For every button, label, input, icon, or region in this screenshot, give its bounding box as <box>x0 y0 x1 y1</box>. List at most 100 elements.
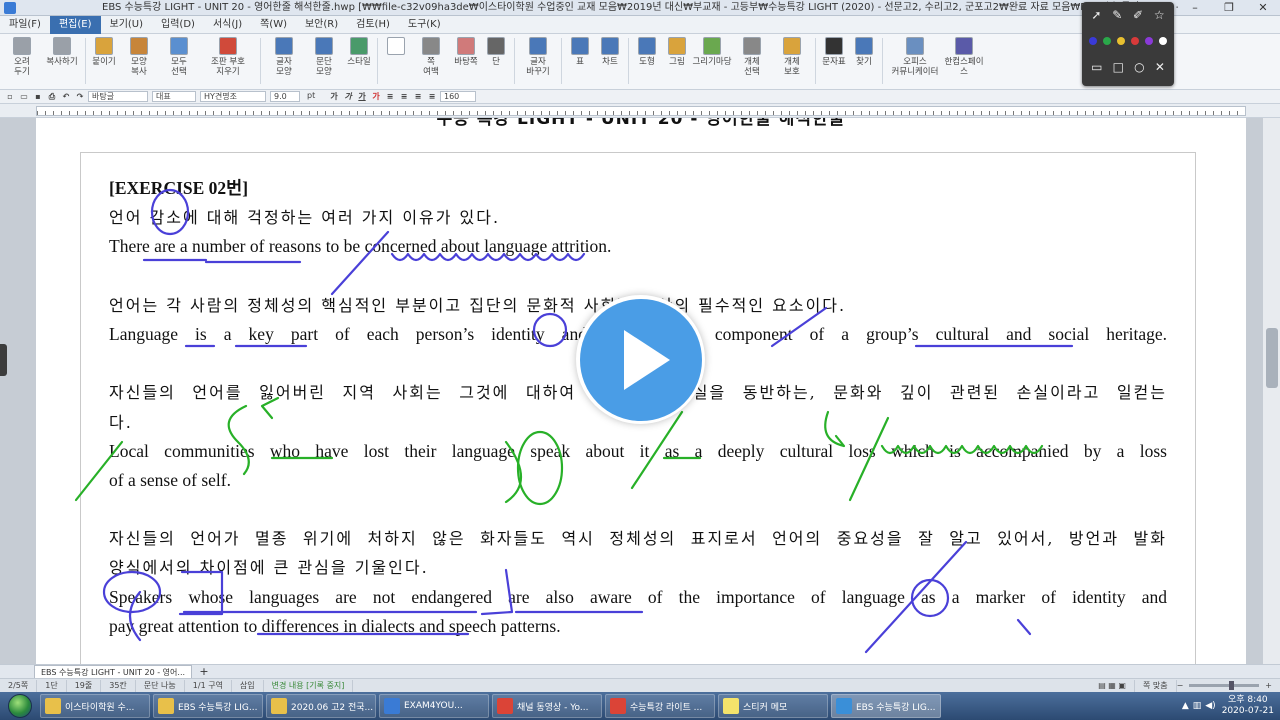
font-select[interactable]: HY견명조 <box>200 91 266 102</box>
taskbar-item[interactable]: 채널 동영상 - Yo... <box>492 694 602 718</box>
taskbar-item[interactable]: 2020.06 고2 전국... <box>266 694 376 718</box>
new-doc-icon[interactable]: ▫ <box>4 91 16 102</box>
status-insert-mode[interactable]: 삽입 <box>232 679 264 692</box>
taskbar-item[interactable]: EBS 수능특강 LIG... <box>831 694 941 718</box>
ribbon-button-scissors[interactable]: 오려 두기 <box>2 34 42 88</box>
scrollbar-thumb[interactable] <box>1266 328 1278 388</box>
language-select[interactable]: 대표 <box>152 91 196 102</box>
square-shape-icon[interactable]: □ <box>1113 60 1124 74</box>
pointer-icon[interactable]: ➚ <box>1091 8 1101 22</box>
menu-item-5[interactable]: 쪽(W) <box>251 16 296 34</box>
redo-icon[interactable]: ↷ <box>74 91 86 102</box>
ribbon-button-shape[interactable]: 도형 <box>632 34 662 88</box>
ribbon-button-symbol[interactable]: 문자표 <box>819 34 849 88</box>
zoom-fit-page[interactable]: 쪽 맞춤 <box>1135 679 1177 692</box>
pen-color-swatches[interactable] <box>1082 28 1174 54</box>
video-play-button[interactable] <box>576 295 705 424</box>
open-icon[interactable]: ▭ <box>18 91 30 102</box>
bold-icon[interactable]: 가 <box>328 91 340 102</box>
pen-color-swatch[interactable] <box>1131 37 1139 45</box>
highlighter-icon[interactable]: ✐ <box>1133 8 1143 22</box>
circle-shape-icon[interactable]: ○ <box>1134 60 1144 74</box>
taskbar-item[interactable]: 스티커 메모 <box>718 694 828 718</box>
menu-item-7[interactable]: 검토(H) <box>347 16 399 34</box>
ribbon-button-communicator[interactable]: 오피스 커뮤니케이터 <box>886 34 944 88</box>
zoom-in-icon[interactable]: + <box>1265 681 1272 690</box>
menu-item-3[interactable]: 입력(D) <box>152 16 204 34</box>
save-icon[interactable]: ▪ <box>32 91 44 102</box>
taskbar-item[interactable]: EBS 수능특강 LIG... <box>153 694 263 718</box>
ribbon-button-style[interactable]: 스타일 <box>344 34 374 88</box>
side-panel-handle[interactable] <box>0 344 7 376</box>
view-mode-icons[interactable]: ▤ ▦ ▣ <box>1090 679 1135 692</box>
zoom-input[interactable]: 160 <box>440 91 476 102</box>
print-icon[interactable]: ⎙ <box>46 91 58 102</box>
volume-icon[interactable]: ◀) <box>1205 701 1215 711</box>
ribbon-button-hancom-space[interactable]: 한컴스페이스 <box>944 34 984 88</box>
align-center-icon[interactable]: ≡ <box>412 91 424 102</box>
ribbon-button-object-protect[interactable]: 개체 보호 <box>772 34 812 88</box>
network-icon[interactable]: ▥ <box>1193 701 1202 711</box>
pen-color-swatch[interactable] <box>1117 37 1125 45</box>
minimize-button[interactable]: – <box>1178 0 1212 16</box>
ribbon-button-chart[interactable]: 차트 <box>595 34 625 88</box>
ribbon-button-paragraph[interactable]: 문단 모양 <box>304 34 344 88</box>
ribbon-button-margin[interactable]: 쪽 여백 <box>411 34 451 88</box>
ribbon-button-paste[interactable]: 붙이기 <box>89 34 119 88</box>
zoom-slider-thumb[interactable] <box>1229 681 1235 690</box>
ribbon-button-table[interactable]: 표 <box>565 34 595 88</box>
ribbon-button-object-select[interactable]: 개체 선택 <box>732 34 772 88</box>
close-button[interactable]: ✕ <box>1246 0 1280 16</box>
ribbon-button-page[interactable] <box>381 34 411 88</box>
pen-color-swatch[interactable] <box>1103 37 1111 45</box>
pen-tool-palette[interactable]: ➚ ✎ ✐ ☆ ▭ □ ○ ✕ <box>1082 2 1174 86</box>
align-right-icon[interactable]: ≡ <box>426 91 438 102</box>
font-size-input[interactable]: 9.0 <box>270 91 300 102</box>
taskbar-item[interactable]: 수능특강 라이트 ... <box>605 694 715 718</box>
ribbon-button-replace-char[interactable]: 글자 바꾸기 <box>518 34 558 88</box>
undo-icon[interactable]: ↶ <box>60 91 72 102</box>
menu-item-8[interactable]: 도구(K) <box>399 16 450 34</box>
ribbon-button-clipart[interactable]: 그리기마당 <box>692 34 732 88</box>
taskbar-item[interactable]: 이스타이학원 수... <box>40 694 150 718</box>
zoom-slider[interactable] <box>1189 681 1260 690</box>
eraser-icon[interactable]: ▭ <box>1091 60 1102 74</box>
style-select[interactable]: 바탕글 <box>88 91 148 102</box>
document-tab[interactable]: EBS 수능특강 LIGHT - UNIT 20 - 영어... <box>34 665 193 678</box>
menu-item-1[interactable]: 편집(E) <box>49 15 101 34</box>
ribbon-button-char-shape[interactable]: 글자 모양 <box>264 34 304 88</box>
font-color-icon[interactable]: 가 <box>370 91 382 102</box>
clear-icon[interactable]: ✕ <box>1155 60 1165 74</box>
tray-arrow-icon[interactable]: ▲ <box>1182 701 1189 711</box>
pen-color-swatch[interactable] <box>1145 37 1153 45</box>
status-track-changes[interactable]: 변경 내용 [기록 중지] <box>264 679 354 692</box>
zoom-out-icon[interactable]: − <box>1177 681 1184 690</box>
align-justify-icon[interactable]: ≡ <box>384 91 396 102</box>
ribbon-button-find[interactable]: 찾기 <box>849 34 879 88</box>
ribbon-button-format-painter[interactable]: 모양 복사 <box>119 34 159 88</box>
ribbon-button-columns[interactable]: 단 <box>481 34 511 88</box>
ribbon-button-copy[interactable]: 복사하기 <box>42 34 82 88</box>
taskbar-item[interactable]: EXAM4YOU... <box>379 694 489 718</box>
horizontal-ruler[interactable] <box>0 104 1280 118</box>
ribbon-button-clear-format[interactable]: 조판 부호 지우기 <box>199 34 257 88</box>
add-tab-button[interactable]: + <box>196 665 212 678</box>
start-button[interactable] <box>0 692 40 720</box>
pen-color-swatch[interactable] <box>1159 37 1167 45</box>
ribbon-button-picture[interactable]: 그림 <box>662 34 692 88</box>
vertical-scrollbar[interactable] <box>1262 118 1280 664</box>
maximize-button[interactable]: ❐ <box>1212 0 1246 16</box>
align-left-icon[interactable]: ≡ <box>398 91 410 102</box>
clock[interactable]: 오후 8:40 2020-07-21 <box>1222 695 1274 717</box>
menu-item-4[interactable]: 서식(J) <box>204 16 251 34</box>
menu-item-6[interactable]: 보안(R) <box>296 16 347 34</box>
ribbon-button-master-page[interactable]: 바탕쪽 <box>451 34 481 88</box>
italic-icon[interactable]: 가 <box>342 91 354 102</box>
pen-icon[interactable]: ✎ <box>1112 8 1122 22</box>
star-icon[interactable]: ☆ <box>1154 8 1165 22</box>
ribbon-button-select-all[interactable]: 모두 선택 <box>159 34 199 88</box>
underline-icon[interactable]: 가 <box>356 91 368 102</box>
pen-color-swatch[interactable] <box>1089 37 1097 45</box>
menu-item-0[interactable]: 파일(F) <box>0 16 50 34</box>
menu-item-2[interactable]: 보기(U) <box>101 16 153 34</box>
